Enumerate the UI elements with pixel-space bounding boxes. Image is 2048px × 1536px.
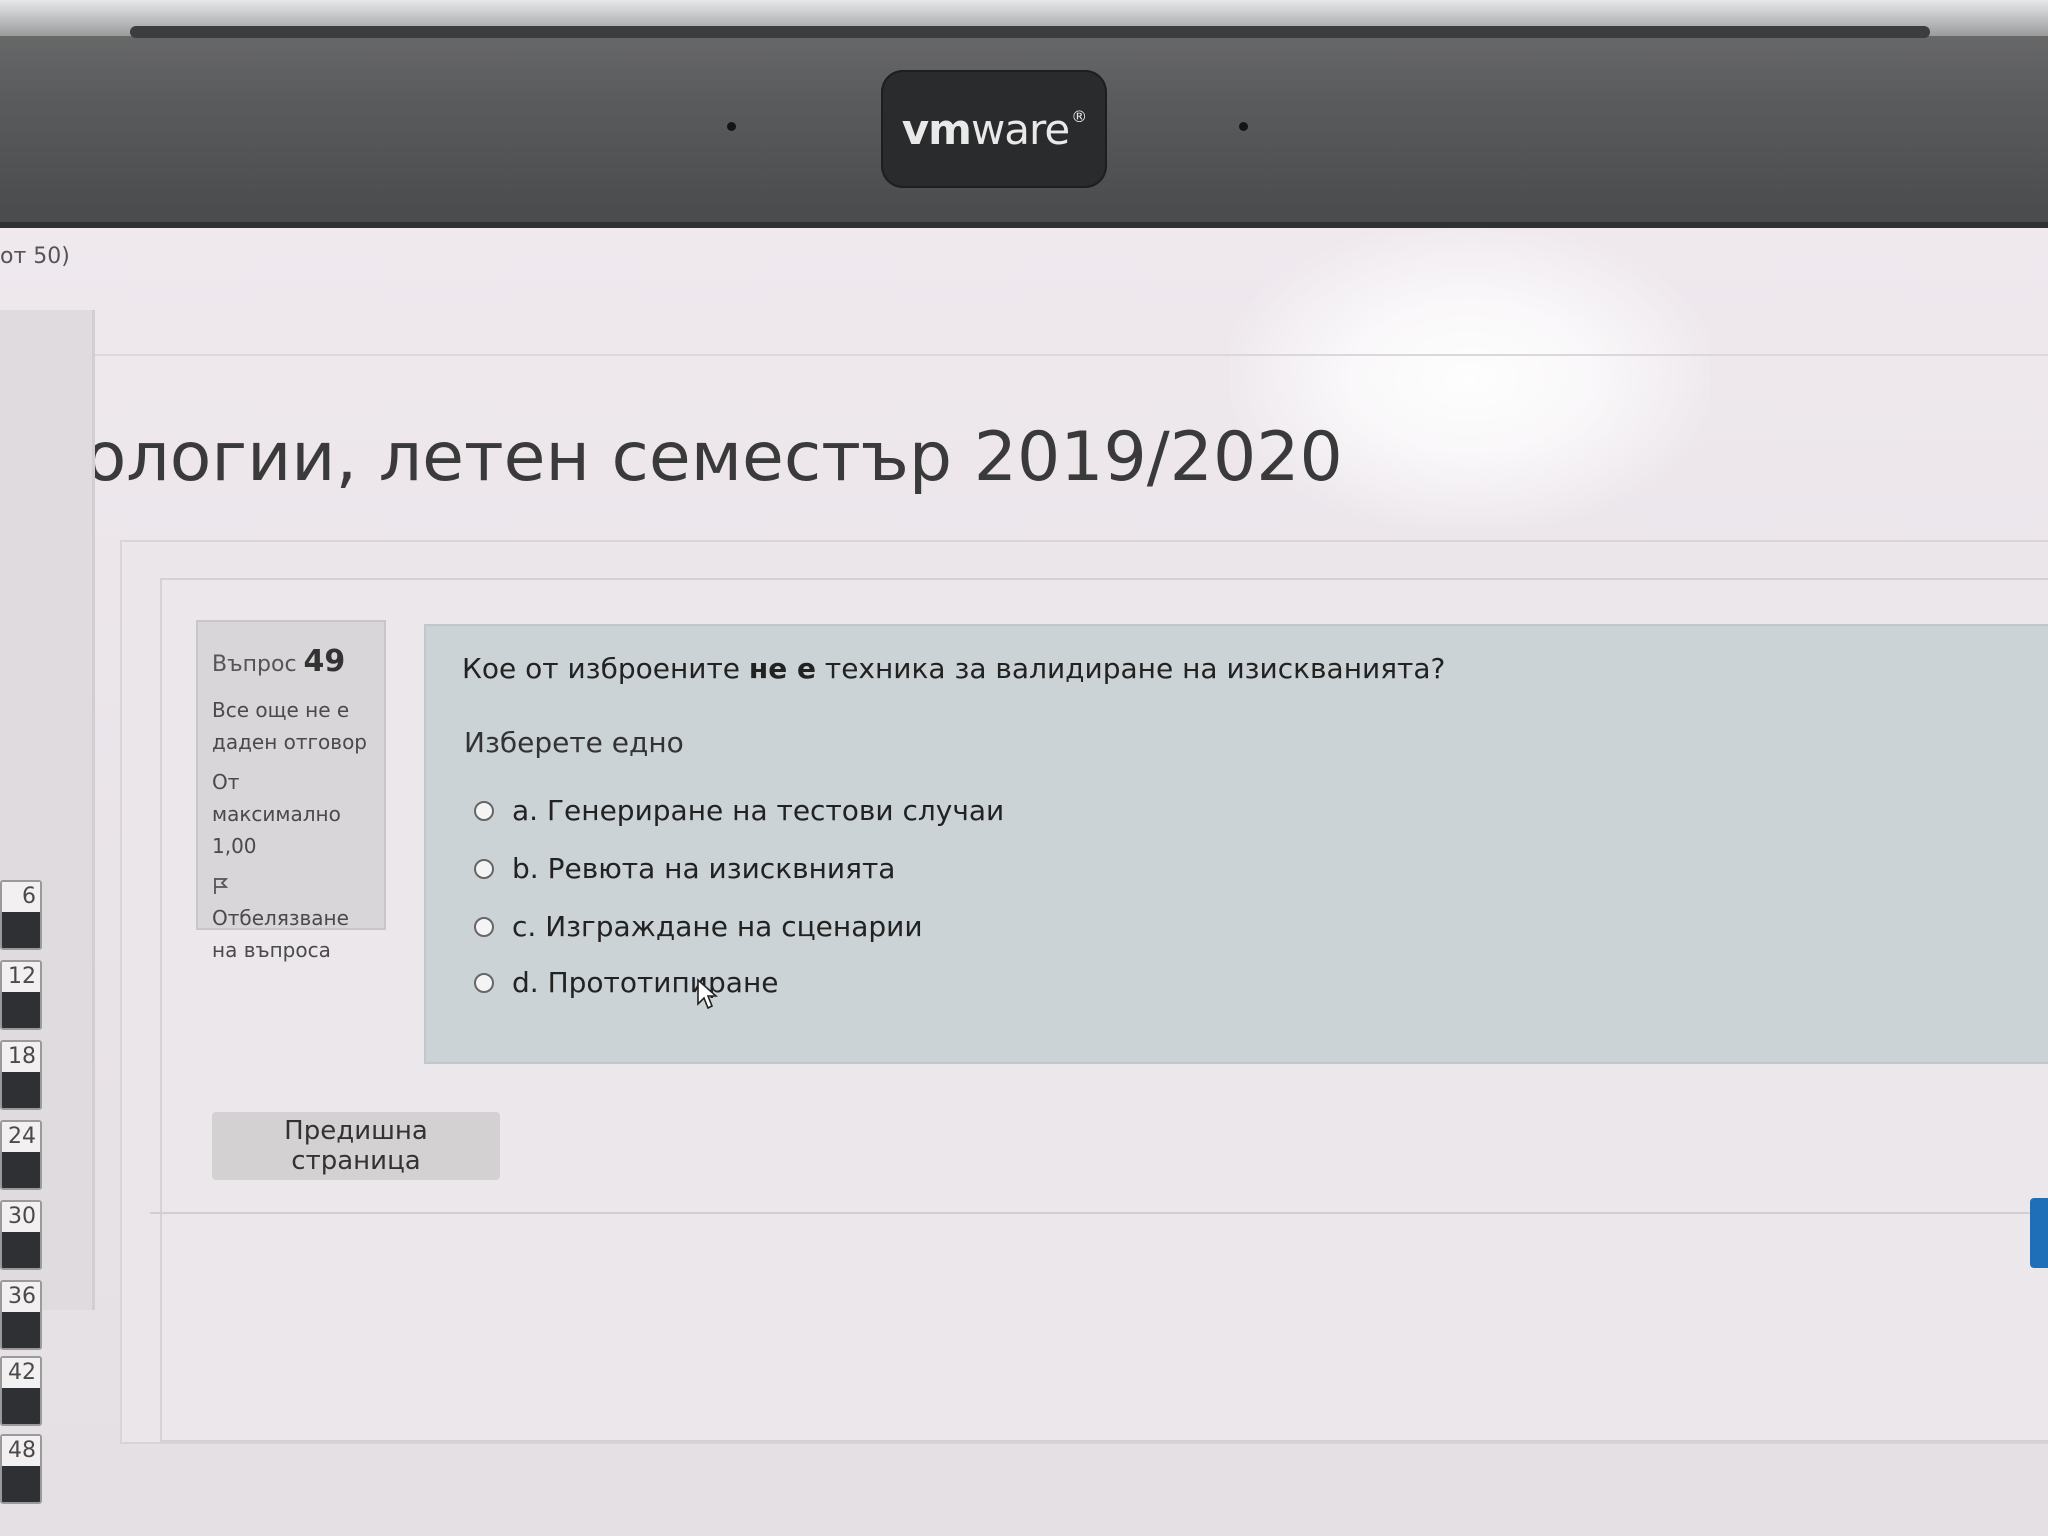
camera-sensor-left [727, 122, 736, 131]
question-status: Все още не е даден отговор [212, 698, 367, 754]
divider [0, 354, 2048, 356]
quiz-nav-button[interactable]: 18 [0, 1040, 42, 1110]
radio-button[interactable] [474, 916, 494, 937]
next-page-button[interactable] [2030, 1198, 2048, 1268]
question-box: Кое от изброените не е техника за валиди… [424, 624, 2048, 1064]
question-number: Въпрос 49 [212, 644, 346, 679]
question-info: Въпрос 49 Все още не е даден отговор От … [196, 620, 386, 962]
radio-button[interactable] [474, 800, 494, 821]
question-text: Кое от изброените не е техника за валиди… [462, 652, 1446, 685]
laptop-bezel: vmware ® [0, 0, 2048, 228]
mouse-cursor-icon [697, 978, 718, 1010]
quiz-nav-button[interactable]: 48 [0, 1434, 42, 1504]
vmware-logo: vmware ® [881, 70, 1107, 188]
quiz-nav-button[interactable]: 12 [0, 960, 42, 1030]
quiz-nav-button[interactable]: 24 [0, 1120, 42, 1190]
divider [150, 1212, 2048, 1214]
quiz-nav-button[interactable]: 42 [0, 1356, 42, 1426]
answer-option-b[interactable]: b. Ревюта на изисквнията [474, 852, 895, 885]
answer-option-a[interactable]: a. Генериране на тестови случаи [474, 794, 1004, 827]
quiz-nav-button[interactable]: 36 [0, 1280, 42, 1350]
quiz-nav-button[interactable]: 6 [0, 880, 42, 950]
quiz-navigation: 6 12 18 24 30 36 42 48 [0, 310, 95, 1504]
quiz-nav-button[interactable]: 30 [0, 1200, 42, 1270]
radio-button[interactable] [474, 972, 494, 993]
answer-option-d[interactable]: d. Прототипиране [474, 966, 778, 999]
answer-option-c[interactable]: c. Изграждане на сценарии [474, 910, 923, 943]
radio-button[interactable] [474, 858, 494, 879]
previous-page-button[interactable]: Предишна страница [212, 1112, 500, 1180]
max-grade: От максимално 1,00 [212, 770, 341, 858]
flag-question[interactable]: Отбелязване на въпроса [212, 870, 370, 966]
answer-prompt: Изберете едно [464, 726, 684, 759]
camera-sensor-right [1239, 122, 1248, 131]
flag-icon [214, 878, 229, 894]
bezel-inner-edge [130, 26, 1930, 38]
progress-text: от 50) [0, 244, 70, 269]
page-title: хнологии, летен семестър 2019/2020 [0, 418, 1343, 497]
